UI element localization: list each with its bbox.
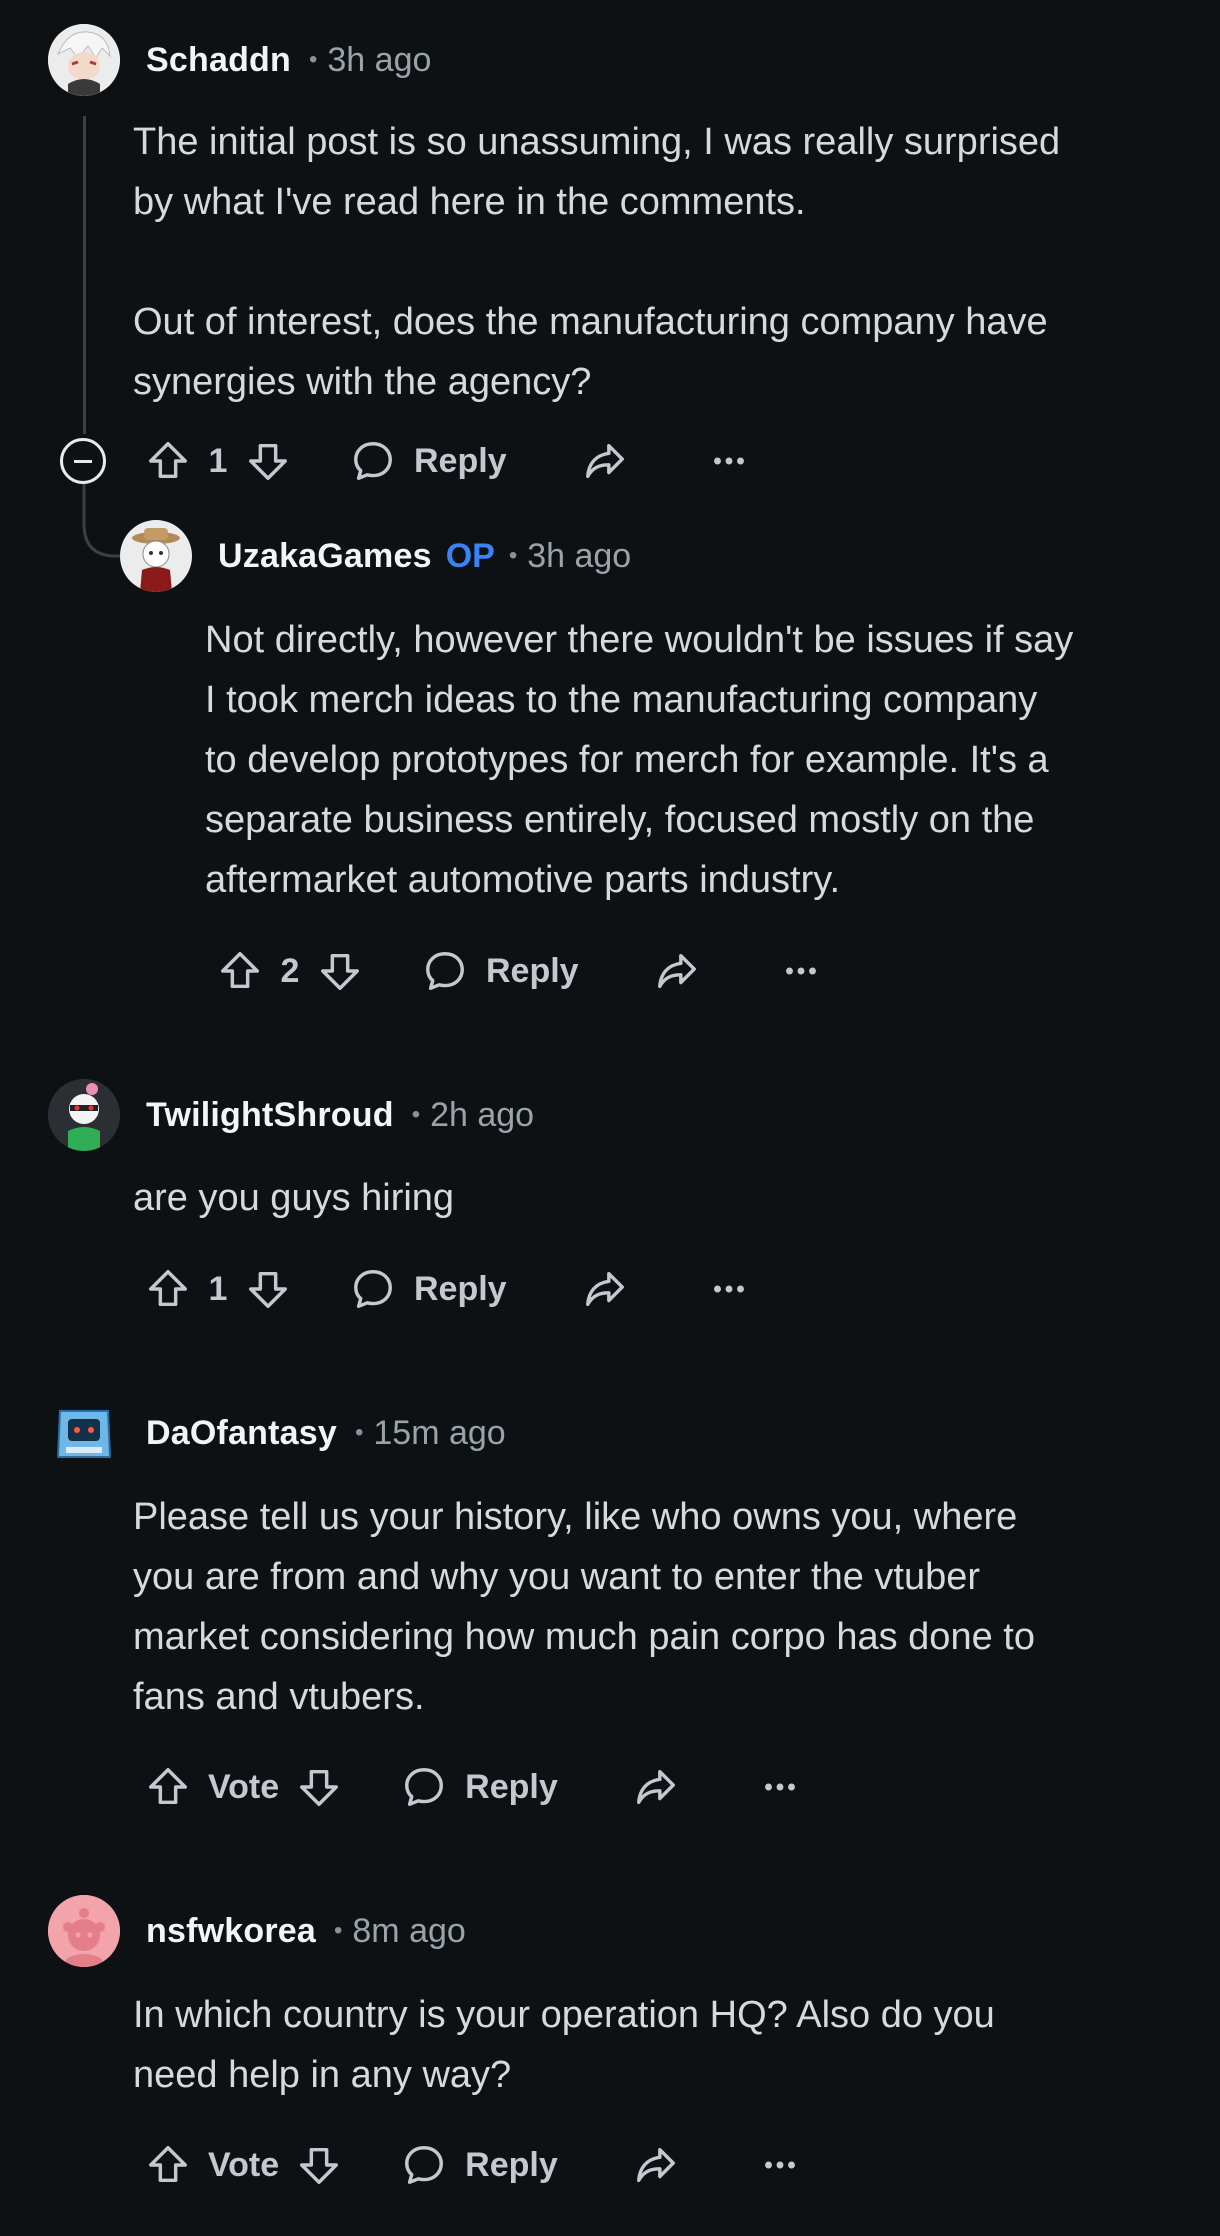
comment-actions: Vote Reply: [142, 2135, 806, 2195]
author-name[interactable]: DaOfantasy: [146, 1414, 337, 1453]
reply-button[interactable]: Reply: [350, 438, 507, 484]
comment-actions: 1 Reply: [142, 1259, 755, 1319]
timestamp: 8m ago: [352, 1911, 466, 1950]
comment-bubble-icon: [405, 1768, 444, 1806]
thread-line: [83, 116, 86, 434]
author-name[interactable]: Schaddn: [146, 41, 291, 80]
comment-header: TwilightShroud • 2h ago: [48, 1079, 534, 1151]
separator-dot: •: [333, 1917, 343, 1944]
comment-actions: 2 Reply: [214, 941, 827, 1001]
share-icon[interactable]: [651, 945, 703, 997]
collapse-thread-button[interactable]: [60, 438, 106, 484]
comment-body: Please tell us your history, like who ow…: [133, 1496, 1035, 1718]
comment-body: Not directly, however there wouldn't be …: [205, 619, 1074, 901]
separator-dot: •: [411, 1101, 421, 1128]
separator-dot: •: [354, 1419, 364, 1446]
upvote-icon[interactable]: [142, 1263, 194, 1315]
separator-dot: •: [508, 542, 518, 569]
avatar[interactable]: [120, 520, 192, 592]
reply-button[interactable]: Reply: [401, 1764, 558, 1810]
author-name[interactable]: nsfwkorea: [146, 1912, 316, 1951]
vote-count: 1: [208, 1269, 228, 1308]
comment-bubble-icon: [405, 2146, 444, 2184]
vote-label: Vote: [208, 1767, 280, 1806]
reply-button[interactable]: Reply: [422, 948, 579, 994]
downvote-icon[interactable]: [293, 2139, 345, 2191]
share-icon[interactable]: [579, 435, 631, 487]
reply-button[interactable]: Reply: [401, 2142, 558, 2188]
comment-bubble-icon: [426, 952, 464, 990]
comment-header: UzakaGames OP • 3h ago: [120, 520, 631, 592]
reply-label: Reply: [414, 1269, 507, 1308]
vote-count: 2: [280, 951, 300, 990]
reply-label: Reply: [486, 951, 579, 990]
avatar[interactable]: [48, 1895, 120, 1967]
share-icon[interactable]: [630, 1761, 682, 1813]
comment-bubble-icon: [354, 442, 392, 480]
downvote-icon[interactable]: [242, 435, 294, 487]
upvote-icon[interactable]: [214, 945, 266, 997]
separator-dot: •: [308, 46, 318, 73]
upvote-icon[interactable]: [142, 2139, 194, 2191]
comment-body: are you guys hiring: [133, 1177, 455, 1219]
upvote-icon[interactable]: [142, 1761, 194, 1813]
more-icon[interactable]: [703, 1263, 755, 1315]
avatar[interactable]: [48, 24, 120, 96]
share-icon[interactable]: [579, 1263, 631, 1315]
more-icon[interactable]: [703, 435, 755, 487]
comment-header: Schaddn • 3h ago: [48, 24, 431, 96]
downvote-icon[interactable]: [314, 945, 366, 997]
timestamp: 15m ago: [373, 1413, 506, 1452]
op-badge: OP: [445, 536, 495, 575]
comment-actions: Vote Reply: [142, 1757, 806, 1817]
comment-bubble-icon: [354, 1270, 392, 1308]
author-name[interactable]: UzakaGames: [218, 537, 432, 576]
avatar[interactable]: [48, 1079, 120, 1151]
timestamp: 3h ago: [327, 40, 432, 79]
avatar[interactable]: [48, 1397, 120, 1469]
comment-actions: 1 Reply: [142, 431, 755, 491]
vote-count: 1: [208, 441, 228, 480]
downvote-icon[interactable]: [242, 1263, 294, 1315]
reply-label: Reply: [465, 2145, 558, 2184]
more-icon[interactable]: [754, 1761, 806, 1813]
reply-label: Reply: [465, 1767, 558, 1806]
reply-button[interactable]: Reply: [350, 1266, 507, 1312]
more-icon[interactable]: [754, 2139, 806, 2191]
comment-body: The initial post is so unassuming, I was…: [133, 121, 1061, 403]
comment-header: DaOfantasy • 15m ago: [48, 1397, 506, 1469]
reply-label: Reply: [414, 441, 507, 480]
timestamp: 3h ago: [527, 536, 632, 575]
timestamp: 2h ago: [430, 1095, 535, 1134]
author-name[interactable]: TwilightShroud: [146, 1096, 394, 1135]
upvote-icon[interactable]: [142, 435, 194, 487]
share-icon[interactable]: [630, 2139, 682, 2191]
more-icon[interactable]: [775, 945, 827, 997]
comment-body: In which country is your operation HQ? A…: [133, 1994, 995, 2096]
comment-header: nsfwkorea • 8m ago: [48, 1895, 466, 1967]
vote-label: Vote: [208, 2145, 280, 2184]
downvote-icon[interactable]: [293, 1761, 345, 1813]
comment-thread: Schaddn • 3h ago The initial post is so …: [0, 0, 1220, 2236]
